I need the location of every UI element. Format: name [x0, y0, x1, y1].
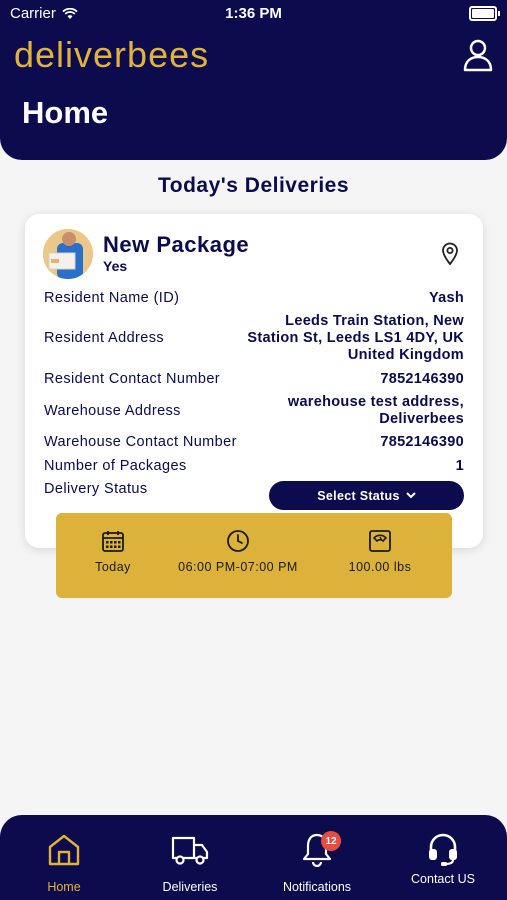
- brand-logo: deliverbees: [14, 34, 210, 75]
- tab-deliveries[interactable]: Deliveries: [135, 815, 245, 894]
- info-weight: 100.00 lbs: [336, 529, 424, 574]
- address-line: United Kingdom: [347, 347, 464, 363]
- notification-badge: 12: [321, 831, 341, 851]
- row-label: Delivery Status: [44, 481, 148, 497]
- row-label: Warehouse Contact Number: [44, 434, 237, 450]
- delivery-card[interactable]: New Package Yes Resident Name (ID) Yash …: [25, 214, 483, 548]
- info-weight-text: 100.00 lbs: [348, 560, 412, 574]
- home-icon: [48, 834, 80, 866]
- info-date-text: Today: [95, 560, 131, 574]
- row-value: warehouse test address, Deliverbees: [288, 394, 464, 428]
- section-title: Today's Deliveries: [157, 174, 350, 197]
- headset-icon: [429, 833, 457, 866]
- map-pin-icon[interactable]: [441, 242, 459, 266]
- chevron-down-icon: [405, 492, 416, 499]
- tab-label: Notifications: [282, 880, 352, 894]
- info-time: 06:00 PM-07:00 PM: [162, 529, 314, 574]
- app-header: Carrier 1:36 PM deliverbees Home: [0, 0, 507, 160]
- delivery-info-bar: Today 06:00 PM-07:00 PM 100.00 lbs: [56, 513, 452, 598]
- info-date: Today: [78, 529, 148, 574]
- calendar-icon: [102, 531, 124, 552]
- page-title: Home: [22, 95, 109, 130]
- clock-icon: [227, 530, 249, 552]
- tab-contact-us[interactable]: Contact US: [388, 815, 498, 886]
- address-line: Deliverbees: [379, 411, 464, 427]
- scale-icon: [369, 530, 391, 552]
- battery-icon: [469, 6, 500, 21]
- package-avatar: [43, 229, 93, 279]
- row-value: 7852146390: [380, 371, 464, 387]
- profile-icon[interactable]: [463, 38, 493, 72]
- tab-notifications[interactable]: 12 Notifications: [262, 815, 372, 894]
- tab-label: Home: [47, 880, 81, 894]
- address-line: Station St, Leeds LS1 4DY, UK: [247, 330, 464, 346]
- select-status-label: Select Status: [317, 488, 400, 503]
- row-label: Warehouse Address: [44, 403, 181, 419]
- row-label: Resident Contact Number: [44, 371, 221, 387]
- tab-home[interactable]: Home: [9, 815, 119, 894]
- row-label: Number of Packages: [44, 458, 187, 474]
- row-value: 7852146390: [380, 434, 464, 450]
- address-line: Leeds Train Station, New: [285, 313, 464, 329]
- tab-label: Contact US: [411, 872, 475, 886]
- address-line: warehouse test address,: [287, 394, 464, 410]
- tab-label: Deliveries: [162, 880, 218, 894]
- status-bar: Carrier 1:36 PM: [0, 0, 507, 28]
- row-value: 1: [455, 458, 464, 474]
- row-label: Resident Name (ID): [44, 290, 180, 306]
- clock: 1:36 PM: [225, 5, 282, 22]
- truck-icon: [171, 836, 209, 865]
- select-status-button[interactable]: Select Status: [269, 481, 464, 510]
- info-time-text: 06:00 PM-07:00 PM: [178, 560, 298, 574]
- bottom-tab-bar: Home Deliveries 12 Notifications Contact…: [0, 815, 507, 900]
- row-value: Yash: [428, 290, 464, 306]
- row-value: Leeds Train Station, New Station St, Lee…: [247, 313, 464, 364]
- row-label: Resident Address: [44, 330, 165, 346]
- package-subtitle: Yes: [103, 258, 128, 274]
- package-title: New Package: [103, 232, 250, 257]
